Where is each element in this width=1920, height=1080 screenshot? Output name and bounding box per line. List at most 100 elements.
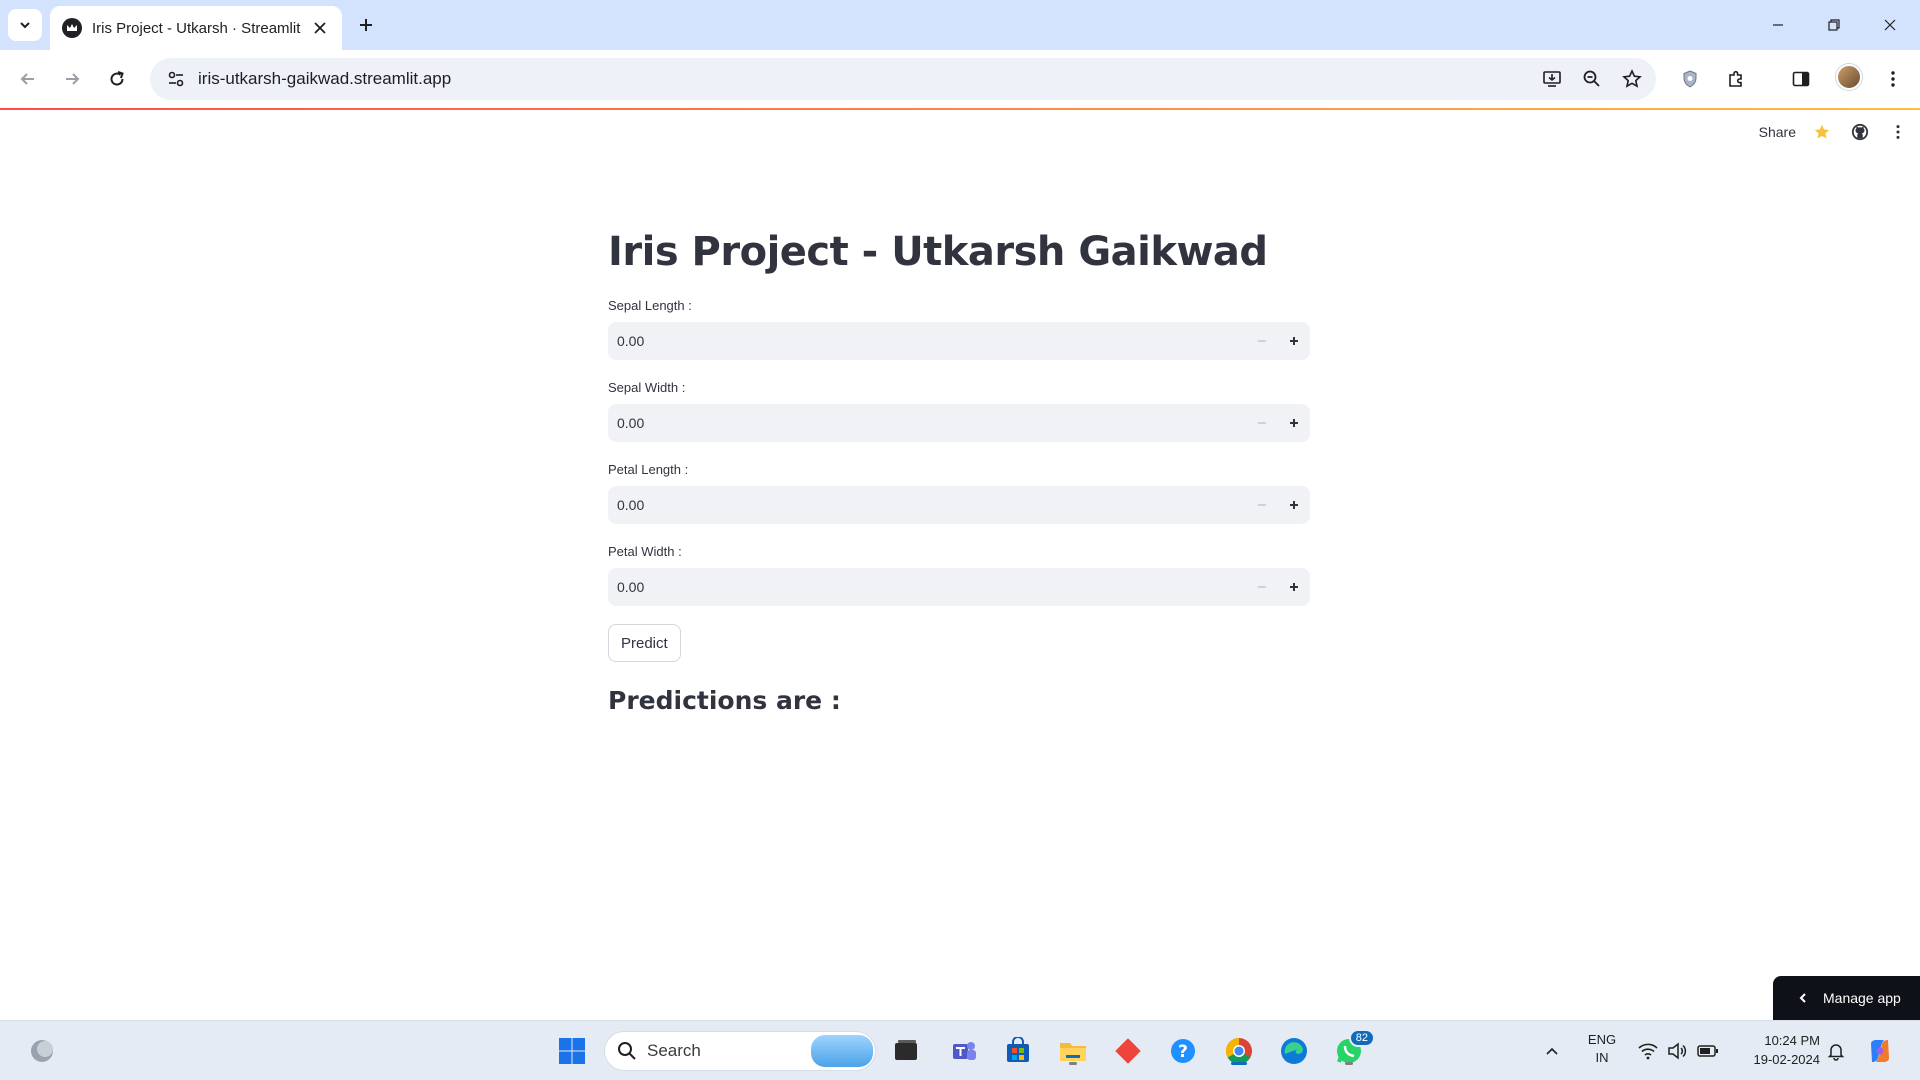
browser-tab[interactable]: Iris Project - Utkarsh · Streamlit bbox=[50, 6, 342, 50]
input-value[interactable]: 0.00 bbox=[608, 497, 1246, 513]
microsoft-store-icon[interactable] bbox=[1000, 1033, 1036, 1069]
side-panel-icon bbox=[1792, 71, 1810, 87]
petal-length-input[interactable]: 0.00 bbox=[608, 486, 1310, 524]
chevron-up-icon bbox=[1546, 1047, 1558, 1055]
decrement-button[interactable] bbox=[1246, 322, 1278, 360]
petal-width-input[interactable]: 0.00 bbox=[608, 568, 1310, 606]
increment-button[interactable] bbox=[1278, 568, 1310, 606]
sepal-width-field: Sepal Width : 0.00 bbox=[608, 380, 1310, 442]
field-label: Petal Length : bbox=[608, 462, 689, 477]
plus-icon bbox=[1290, 583, 1298, 591]
manage-app-button[interactable]: Manage app bbox=[1773, 976, 1920, 1020]
taskbar-clock[interactable]: 10:24 PM 19-02-2024 bbox=[1736, 1031, 1821, 1069]
favorite-star-icon[interactable] bbox=[1810, 120, 1834, 144]
task-view-icon[interactable] bbox=[888, 1033, 924, 1069]
notifications-bell-icon[interactable] bbox=[1818, 1033, 1854, 1069]
input-value[interactable]: 0.00 bbox=[608, 333, 1246, 349]
sepal-length-input[interactable]: 0.00 bbox=[608, 322, 1310, 360]
predict-button[interactable]: Predict bbox=[608, 624, 681, 662]
install-app-button[interactable] bbox=[1536, 63, 1568, 95]
side-panel-button[interactable] bbox=[1785, 63, 1817, 95]
close-tab-icon[interactable] bbox=[310, 18, 330, 38]
decrement-button[interactable] bbox=[1246, 568, 1278, 606]
zoom-button[interactable] bbox=[1576, 63, 1608, 95]
more-vert-icon bbox=[1891, 71, 1895, 87]
increment-button[interactable] bbox=[1278, 322, 1310, 360]
decrement-button[interactable] bbox=[1246, 404, 1278, 442]
puzzle-icon bbox=[1729, 70, 1742, 87]
input-value[interactable]: 0.00 bbox=[608, 579, 1246, 595]
increment-button[interactable] bbox=[1278, 486, 1310, 524]
field-label: Petal Width : bbox=[608, 544, 682, 559]
clock-date: 19-02-2024 bbox=[1753, 1052, 1821, 1067]
close-window-button[interactable] bbox=[1862, 0, 1918, 50]
minimize-icon bbox=[1773, 24, 1783, 26]
running-indicator bbox=[1069, 1062, 1077, 1065]
input-value[interactable]: 0.00 bbox=[608, 415, 1246, 431]
browser-menu-button[interactable] bbox=[1877, 63, 1909, 95]
browser-titlebar: Iris Project - Utkarsh · Streamlit bbox=[0, 0, 1920, 50]
streamlit-app: Share Iris Project - Utkarsh Gaikwad Sep… bbox=[0, 108, 1920, 1020]
predictions-heading: Predictions are : bbox=[608, 686, 841, 715]
decrement-button[interactable] bbox=[1246, 486, 1278, 524]
extension-shield-button[interactable] bbox=[1674, 63, 1706, 95]
streamlit-crown-icon bbox=[62, 18, 82, 38]
sepal-width-input[interactable]: 0.00 bbox=[608, 404, 1310, 442]
plus-icon bbox=[1290, 419, 1298, 427]
github-icon[interactable] bbox=[1848, 120, 1872, 144]
install-icon bbox=[1543, 71, 1561, 87]
bookmark-button[interactable] bbox=[1616, 63, 1648, 95]
minus-icon bbox=[1258, 586, 1266, 588]
running-indicator bbox=[1345, 1062, 1353, 1065]
anydesk-icon[interactable] bbox=[1110, 1033, 1146, 1069]
chrome-icon[interactable] bbox=[1221, 1033, 1257, 1069]
clock-time: 10:24 PM bbox=[1764, 1033, 1820, 1048]
arrow-right-icon bbox=[66, 73, 80, 85]
edge-icon[interactable] bbox=[1276, 1033, 1312, 1069]
app-menu-icon[interactable] bbox=[1886, 120, 1910, 144]
minimize-button[interactable] bbox=[1750, 0, 1806, 50]
site-info-icon[interactable] bbox=[156, 70, 196, 88]
minus-icon bbox=[1258, 422, 1266, 424]
restore-button[interactable] bbox=[1806, 0, 1862, 50]
search-label: Search bbox=[647, 1041, 701, 1060]
copilot-icon[interactable] bbox=[1862, 1033, 1898, 1069]
weather-widget-icon[interactable] bbox=[24, 1033, 60, 1069]
show-hidden-icons-button[interactable] bbox=[1534, 1033, 1570, 1069]
tab-title: Iris Project - Utkarsh · Streamlit bbox=[92, 19, 301, 37]
page-title: Iris Project - Utkarsh Gaikwad bbox=[608, 229, 1268, 275]
taskbar-search[interactable]: Search bbox=[604, 1031, 876, 1071]
tab-search-button[interactable] bbox=[8, 9, 42, 41]
forward-button[interactable] bbox=[56, 63, 88, 95]
chevron-left-icon bbox=[1799, 993, 1806, 1003]
plus-icon bbox=[360, 19, 372, 31]
file-explorer-icon[interactable] bbox=[1055, 1033, 1091, 1069]
svg-text:?: ? bbox=[1178, 1042, 1188, 1062]
whatsapp-icon[interactable]: 82 bbox=[1331, 1029, 1375, 1069]
close-icon bbox=[1884, 19, 1896, 31]
back-button[interactable] bbox=[12, 63, 44, 95]
new-tab-button[interactable] bbox=[352, 11, 380, 39]
address-bar[interactable]: iris-utkarsh-gaikwad.streamlit.app bbox=[150, 58, 1656, 100]
search-icon bbox=[618, 1042, 636, 1060]
app-header-actions: Share bbox=[1759, 120, 1910, 144]
share-button[interactable]: Share bbox=[1759, 124, 1796, 140]
get-help-icon[interactable]: ? bbox=[1165, 1033, 1201, 1069]
minus-icon bbox=[1258, 340, 1266, 342]
teams-icon[interactable] bbox=[946, 1033, 982, 1069]
extensions-button[interactable] bbox=[1720, 63, 1752, 95]
shield-icon bbox=[1683, 70, 1697, 88]
start-button[interactable] bbox=[554, 1033, 590, 1069]
search-highlight-image bbox=[811, 1035, 873, 1067]
arrow-left-icon bbox=[20, 73, 34, 85]
zoom-out-icon bbox=[1583, 70, 1600, 87]
header-decoration-bar bbox=[0, 108, 1920, 110]
battery-icon[interactable] bbox=[1690, 1033, 1726, 1069]
browser-toolbar: iris-utkarsh-gaikwad.streamlit.app bbox=[0, 50, 1920, 108]
increment-button[interactable] bbox=[1278, 404, 1310, 442]
field-label: Sepal Width : bbox=[608, 380, 686, 395]
running-indicator bbox=[1231, 1062, 1247, 1065]
profile-avatar[interactable] bbox=[1836, 64, 1862, 90]
input-language-indicator[interactable]: ENG IN bbox=[1584, 1031, 1620, 1067]
reload-button[interactable] bbox=[101, 63, 133, 95]
